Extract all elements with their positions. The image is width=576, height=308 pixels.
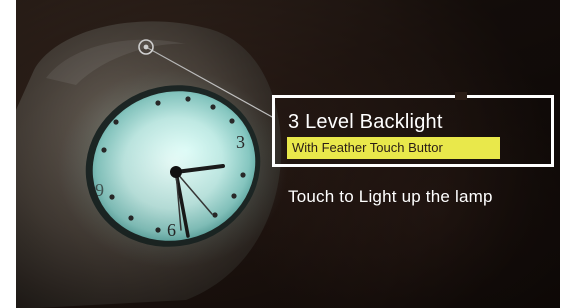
callout-highlight-bar: With Feather Touch Buttor	[287, 137, 500, 159]
callout-title: 3 Level Backlight	[288, 111, 443, 133]
callout-subtitle: With Feather Touch Buttor	[292, 140, 443, 155]
callout-box-gap	[455, 92, 467, 100]
dial-number-6: 6	[167, 220, 176, 240]
feature-caption: Touch to Light up the lamp	[288, 187, 493, 206]
touch-point-marker-dot	[143, 44, 149, 50]
hands-center-cap	[170, 166, 182, 178]
dial-number-9: 9	[95, 180, 104, 200]
dial-number-3: 3	[236, 132, 245, 152]
